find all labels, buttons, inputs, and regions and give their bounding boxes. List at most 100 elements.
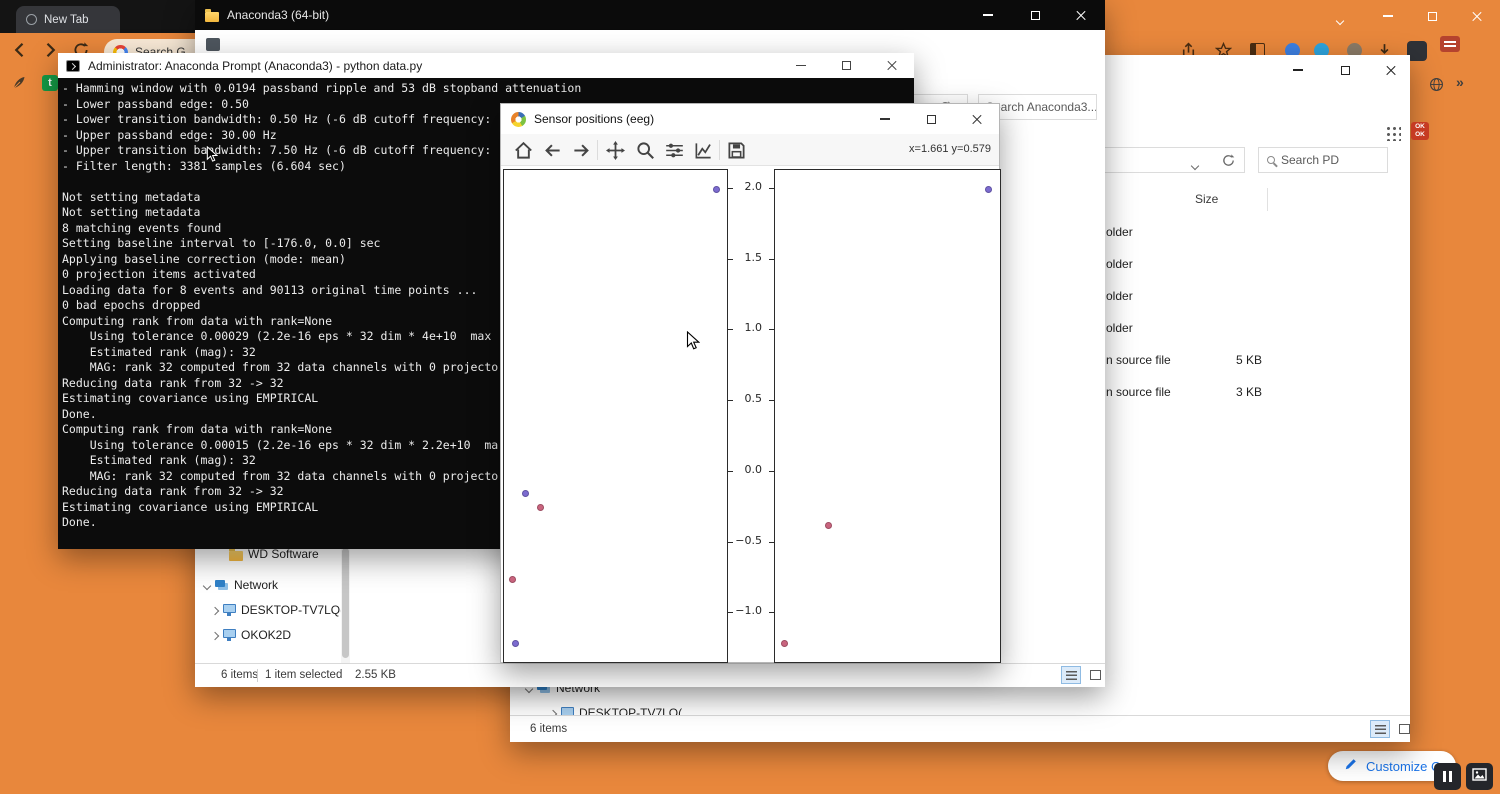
extension-badge-icon[interactable] bbox=[1407, 41, 1427, 61]
configure-subplots-icon[interactable] bbox=[662, 138, 686, 162]
explorer-front-maximize-button[interactable] bbox=[1018, 0, 1052, 30]
terminal-minimize-button[interactable] bbox=[786, 53, 816, 78]
thumbnail-view-button[interactable] bbox=[1394, 720, 1414, 738]
figure-close-button[interactable] bbox=[960, 104, 994, 134]
details-view-button[interactable] bbox=[1061, 666, 1081, 684]
list-view-icon bbox=[1066, 671, 1077, 680]
y-tick-label: 1.0 bbox=[728, 321, 762, 334]
scatter-subplot-right[interactable] bbox=[774, 169, 1001, 663]
chevron-right-icon[interactable] bbox=[212, 628, 218, 642]
computer-icon bbox=[223, 604, 236, 613]
tree-item-label: WD Software bbox=[248, 547, 319, 561]
adblock-badge-icon[interactable] bbox=[1440, 36, 1460, 52]
tree-scrollbar-thumb[interactable] bbox=[342, 548, 349, 658]
browser-maximize-button[interactable] bbox=[1415, 6, 1449, 26]
folder-icon bbox=[205, 12, 219, 22]
file-size-text: 5 KB bbox=[1200, 353, 1262, 367]
ribbon-menu-icon[interactable] bbox=[206, 38, 220, 51]
display-control-button[interactable] bbox=[1466, 763, 1493, 790]
home-icon[interactable] bbox=[511, 138, 535, 162]
y-tick-label: 0.5 bbox=[728, 392, 762, 405]
tabstrip-chevron-icon[interactable] bbox=[1337, 11, 1343, 29]
tick-mark bbox=[769, 329, 774, 330]
tab-favicon-icon bbox=[26, 14, 37, 25]
browser-close-button[interactable] bbox=[1460, 6, 1494, 26]
thumbnail-view-icon bbox=[1399, 724, 1410, 734]
globe-bookmark-icon[interactable] bbox=[1429, 77, 1444, 97]
sensor-dot bbox=[825, 522, 832, 529]
explorer-back-close-button[interactable] bbox=[1374, 55, 1408, 85]
thumbnail-view-button[interactable] bbox=[1085, 666, 1105, 684]
tree-item-okok2d[interactable]: OKOK2D bbox=[212, 625, 291, 645]
save-icon[interactable] bbox=[724, 138, 748, 162]
search-text: Search PD bbox=[1281, 153, 1339, 167]
chevron-down-icon[interactable] bbox=[204, 578, 210, 592]
sensor-dot bbox=[509, 576, 516, 583]
browser-minimize-button[interactable] bbox=[1371, 6, 1405, 26]
back-arrow-icon[interactable] bbox=[540, 138, 564, 162]
thumbnail-view-icon bbox=[1090, 670, 1101, 680]
app-grid-icon[interactable] bbox=[1384, 124, 1401, 141]
back-icon[interactable] bbox=[10, 40, 30, 65]
file-size-text: 3 KB bbox=[1200, 385, 1262, 399]
image-icon bbox=[1472, 768, 1487, 786]
cursor-readout: x=1.661 y=0.579 bbox=[909, 143, 991, 155]
details-view-button[interactable] bbox=[1370, 720, 1390, 738]
toolbar-divider bbox=[597, 140, 598, 160]
pencil-icon bbox=[1344, 757, 1358, 776]
network-icon bbox=[215, 580, 225, 587]
file-type-text: older bbox=[1106, 257, 1133, 271]
tree-item-desktop[interactable]: DESKTOP-TV7LQ( bbox=[212, 600, 344, 620]
figure-maximize-button[interactable] bbox=[914, 104, 948, 134]
sensor-dot bbox=[781, 640, 788, 647]
terminal-close-button[interactable] bbox=[877, 53, 907, 78]
browser-tab[interactable]: New Tab bbox=[16, 6, 120, 33]
sensor-dot bbox=[512, 640, 519, 647]
forward-icon[interactable] bbox=[40, 40, 60, 65]
tree-item-network[interactable]: Network bbox=[204, 575, 278, 595]
figure-minimize-button[interactable] bbox=[868, 104, 902, 134]
pause-icon bbox=[1443, 771, 1446, 782]
search-text: Search Anaconda3... bbox=[986, 100, 1097, 114]
file-type-text: older bbox=[1106, 321, 1133, 335]
terminal-title: Administrator: Anaconda Prompt (Anaconda… bbox=[88, 59, 422, 73]
okok-extension-icon[interactable]: OK OK bbox=[1411, 122, 1429, 140]
explorer-back-statusbar: 6 items bbox=[510, 715, 1410, 742]
address-dropdown-chevron-icon[interactable] bbox=[1192, 156, 1198, 174]
pan-icon[interactable] bbox=[603, 138, 627, 162]
explorer-front-title: Anaconda3 (64-bit) bbox=[227, 8, 329, 22]
figure-title: Sensor positions (eeg) bbox=[534, 112, 654, 126]
terminal-titlebar: Administrator: Anaconda Prompt (Anaconda… bbox=[58, 53, 914, 78]
forward-arrow-icon[interactable] bbox=[569, 138, 593, 162]
chevron-right-icon[interactable] bbox=[212, 603, 218, 617]
address-refresh-icon[interactable] bbox=[1221, 153, 1236, 173]
explorer-front-close-button[interactable] bbox=[1064, 0, 1098, 30]
items-count: 6 items bbox=[530, 716, 567, 742]
terminal-maximize-button[interactable] bbox=[831, 53, 861, 78]
pause-control-button[interactable] bbox=[1434, 763, 1461, 790]
zoom-icon[interactable] bbox=[633, 138, 657, 162]
y-tick-label: −1.0 bbox=[728, 604, 762, 617]
desktop: New Tab Search G t » bbox=[0, 0, 1500, 794]
bookmarks-overflow-chevron[interactable]: » bbox=[1456, 74, 1464, 90]
tick-mark bbox=[769, 188, 774, 189]
tree-item-label: OKOK2D bbox=[241, 628, 291, 642]
size-column-header[interactable]: Size bbox=[1195, 192, 1218, 206]
explorer-front-titlebar: Anaconda3 (64-bit) bbox=[195, 0, 1105, 30]
sensor-dot bbox=[522, 490, 529, 497]
explorer-back-search-box[interactable]: Search PD bbox=[1258, 147, 1388, 173]
quill-bookmark-icon[interactable] bbox=[11, 75, 27, 96]
tick-mark bbox=[769, 542, 774, 543]
folder-icon bbox=[229, 551, 243, 561]
axes-edit-icon[interactable] bbox=[691, 138, 715, 162]
search-icon bbox=[1267, 156, 1275, 164]
tick-mark bbox=[769, 612, 774, 613]
explorer-back-minimize-button[interactable] bbox=[1281, 55, 1315, 85]
file-type-text: older bbox=[1106, 225, 1133, 239]
scatter-subplot-left[interactable] bbox=[503, 169, 728, 663]
y-tick-label: −0.5 bbox=[728, 534, 762, 547]
bookmark-t-icon[interactable]: t bbox=[42, 75, 58, 91]
explorer-front-minimize-button[interactable] bbox=[971, 0, 1005, 30]
console-icon bbox=[66, 60, 80, 72]
explorer-back-maximize-button[interactable] bbox=[1328, 55, 1362, 85]
